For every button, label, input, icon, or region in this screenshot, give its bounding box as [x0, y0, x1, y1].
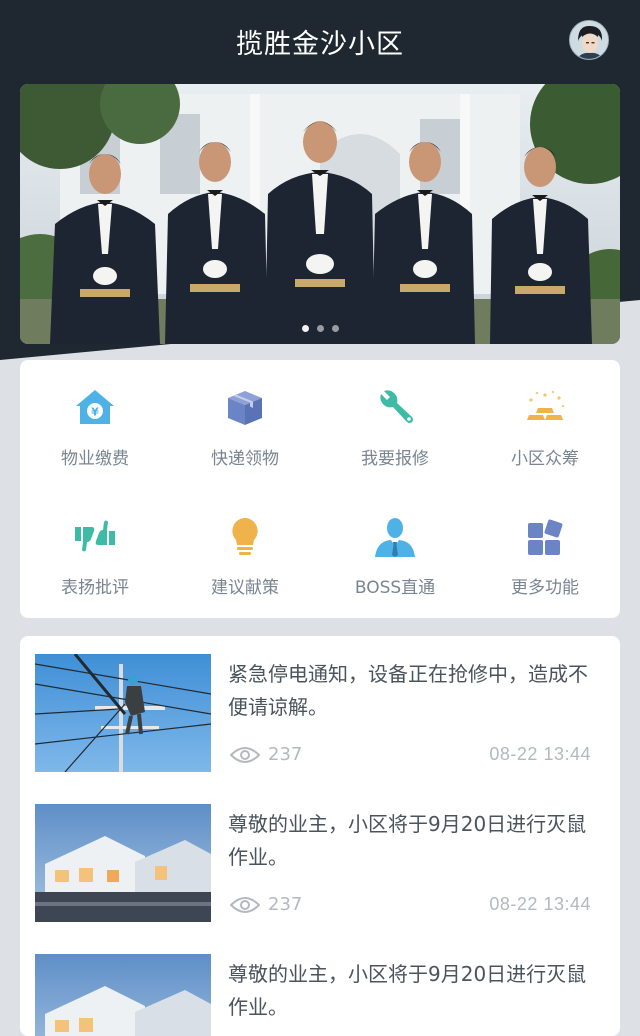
- news-item[interactable]: 尊敬的业主，小区将于9月20日进行灭鼠作业。: [35, 954, 605, 1036]
- service-repair[interactable]: 我要报修: [320, 360, 470, 480]
- service-label: 建议献策: [211, 578, 279, 598]
- service-label: 快递领物: [211, 449, 279, 469]
- pagination-dot[interactable]: [331, 325, 339, 332]
- news-thumbnail: [35, 804, 211, 922]
- view-count-value: 237: [268, 894, 303, 915]
- news-title: 尊敬的业主，小区将于9月20日进行灭鼠作业。: [228, 962, 587, 1019]
- service-express[interactable]: 快递领物: [170, 360, 320, 480]
- service-label: 小区众筹: [511, 449, 579, 469]
- pagination-dot[interactable]: [316, 325, 324, 332]
- hero-banner[interactable]: [20, 84, 620, 344]
- service-property-fee[interactable]: ¥ 物业缴费: [20, 360, 170, 480]
- service-praise-criticism[interactable]: 表扬批评: [20, 489, 170, 609]
- svg-text:¥: ¥: [91, 406, 99, 419]
- wrench-icon: [380, 390, 414, 424]
- lightbulb-icon: [232, 518, 258, 555]
- view-count: 237: [230, 894, 302, 915]
- services-grid: ¥ 物业缴费 快递领物 我要报修 小区众筹 表扬批评 建议献策 BOSS直通 更…: [20, 360, 620, 618]
- boss-icon: [375, 518, 415, 557]
- service-boss-direct[interactable]: BOSS直通: [320, 489, 470, 609]
- service-crowdfunding[interactable]: 小区众筹: [470, 360, 620, 480]
- news-item[interactable]: 尊敬的业主，小区将于9月20日进行灭鼠作业。 237 08-22 13:44: [35, 804, 605, 924]
- banner-image: [20, 84, 620, 344]
- news-date: 08-22 13:44: [489, 744, 591, 764]
- view-count: 237: [230, 744, 302, 765]
- pagination-dot[interactable]: [301, 325, 309, 332]
- service-label: 表扬批评: [61, 578, 129, 598]
- news-title: 紧急停电通知，设备正在抢修中，造成不便请谅解。: [228, 662, 588, 719]
- page-title: 揽胜金沙小区: [236, 29, 404, 60]
- avatar-icon: [570, 21, 608, 59]
- house-yen-icon: ¥: [76, 390, 114, 424]
- banner-pagination: [20, 325, 620, 332]
- service-more[interactable]: 更多功能: [470, 489, 620, 609]
- news-list: 紧急停电通知，设备正在抢修中，造成不便请谅解。 237 08-22 13:44: [20, 636, 620, 1036]
- eye-icon: [230, 896, 260, 913]
- service-label: 我要报修: [361, 449, 429, 469]
- news-thumbnail: [35, 954, 211, 1036]
- app-header: 揽胜金沙小区: [0, 0, 640, 84]
- eye-icon: [230, 746, 260, 763]
- package-icon: [228, 391, 262, 425]
- news-thumbnail: [35, 654, 211, 772]
- thumbs-icon: [75, 520, 115, 552]
- user-avatar[interactable]: [569, 20, 609, 60]
- gold-bars-icon: [527, 390, 565, 420]
- view-count-value: 237: [268, 744, 303, 765]
- service-label: BOSS直通: [354, 578, 436, 598]
- news-item[interactable]: 紧急停电通知，设备正在抢修中，造成不便请谅解。 237 08-22 13:44: [35, 654, 605, 774]
- news-date: 08-22 13:44: [489, 894, 591, 914]
- service-suggestion[interactable]: 建议献策: [170, 489, 320, 609]
- service-label: 物业缴费: [61, 449, 129, 469]
- more-grid-icon: [528, 519, 563, 555]
- service-label: 更多功能: [511, 578, 579, 598]
- news-title: 尊敬的业主，小区将于9月20日进行灭鼠作业。: [228, 812, 587, 869]
